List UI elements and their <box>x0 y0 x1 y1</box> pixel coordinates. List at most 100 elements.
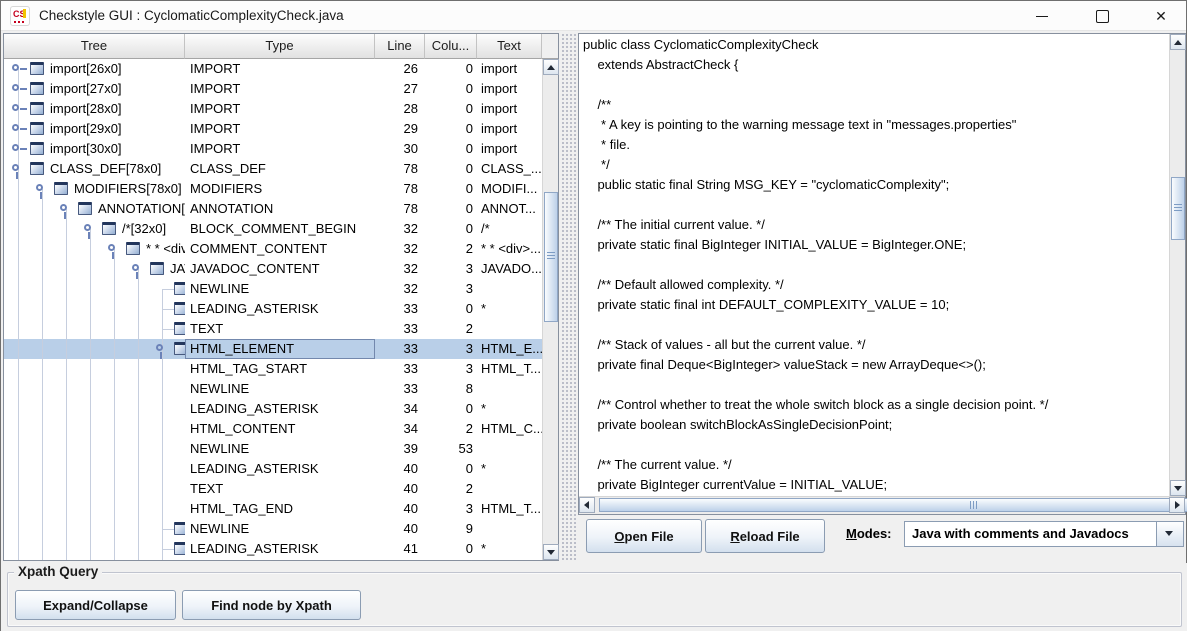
arrow-down-icon <box>547 550 555 555</box>
cell-line: 40 <box>375 519 427 539</box>
checkstyle-logo-icon: CS <box>10 6 30 26</box>
cell-type: ANNOTATION <box>185 199 375 219</box>
column-header-tree[interactable]: Tree <box>4 34 185 59</box>
cell-tree <box>4 399 185 419</box>
modes-label: Modes: <box>846 526 892 541</box>
tree-row-javadoc_content[interactable]: JAVADOC_CONTENT[32x3]JAVADOC_CONTENT323J… <box>4 259 542 279</box>
tree-scrollbar-thumb[interactable] <box>544 192 558 322</box>
tree-row-html_tag_end[interactable]: HTML_TAG_END403HTML_T... <box>4 499 542 519</box>
chevron-down-icon <box>1165 531 1173 536</box>
cell-line: 33 <box>375 319 427 339</box>
tree-row-import[interactable]: import[30x0]IMPORT300import <box>4 139 542 159</box>
code-scroll-down-button[interactable] <box>1170 480 1186 496</box>
tree-row-leading_asterisk[interactable]: LEADING_ASTERISK330* <box>4 299 542 319</box>
cell-text: import <box>479 59 542 79</box>
maximize-button[interactable] <box>1079 1 1125 31</box>
tree-row-leading_asterisk[interactable]: LEADING_ASTERISK340* <box>4 399 542 419</box>
cell-column: 53 <box>427 439 479 459</box>
cell-type: NEWLINE <box>185 379 375 399</box>
tree-node-label: import[30x0] <box>50 139 122 159</box>
tree-row-newline[interactable]: NEWLINE3953 <box>4 439 542 459</box>
tree-row-annotation[interactable]: ANNOTATION[78x0]ANNOTATION780ANNOT... <box>4 199 542 219</box>
column-header-type[interactable]: Type <box>185 34 375 59</box>
code-viewport[interactable]: public class CyclomaticComplexityCheck e… <box>579 34 1169 496</box>
expand-collapse-button[interactable]: Expand/Collapse <box>15 590 176 620</box>
expand-handle-icon[interactable] <box>12 64 19 71</box>
expand-handle-icon[interactable] <box>12 84 19 91</box>
code-scroll-up-button[interactable] <box>1170 34 1186 50</box>
mode-combobox[interactable]: Java with comments and Javadocs <box>904 521 1184 547</box>
column-header-text[interactable]: Text <box>477 34 542 59</box>
tree-row-class_def[interactable]: CLASS_DEF[78x0]CLASS_DEF780CLASS_... <box>4 159 542 179</box>
cell-column: 0 <box>427 119 479 139</box>
code-scrollbar-thumb[interactable] <box>1171 177 1185 240</box>
cell-text: ANNOT... <box>479 199 542 219</box>
tree-node-label: JAVADOC_CONTENT[32x3] <box>170 259 185 279</box>
tree-row-comment_content[interactable]: * * <div>...COMMENT_CONTENT322* * <div>.… <box>4 239 542 259</box>
expand-handle-icon[interactable] <box>12 144 19 151</box>
cell-line: 32 <box>375 219 427 239</box>
tree-scroll-down-button[interactable] <box>543 544 559 560</box>
cell-tree: MODIFIERS[78x0] <box>4 179 185 199</box>
cell-column: 8 <box>427 379 479 399</box>
cell-tree: import[28x0] <box>4 99 185 119</box>
expand-handle-icon[interactable] <box>12 124 19 131</box>
code-scroll-left-button[interactable] <box>579 497 595 513</box>
collapse-handle-icon[interactable] <box>132 264 139 271</box>
find-node-by-xpath-button[interactable]: Find node by Xpath <box>182 590 361 620</box>
cell-column: 0 <box>427 159 479 179</box>
tree-row-newline[interactable]: NEWLINE338 <box>4 379 542 399</box>
tree-row-text[interactable]: TEXT402 <box>4 479 542 499</box>
tree-row-import[interactable]: import[29x0]IMPORT290import <box>4 119 542 139</box>
close-button[interactable]: ✕ <box>1138 1 1184 31</box>
split-pane-divider[interactable] <box>561 33 576 561</box>
column-header-line[interactable]: Line <box>375 34 425 59</box>
tree-row-html_content[interactable]: HTML_CONTENT342HTML_C... <box>4 419 542 439</box>
code-horizontal-scrollbar[interactable] <box>579 496 1185 514</box>
tree-scroll-up-button[interactable] <box>543 59 559 75</box>
tree-row-newline[interactable]: NEWLINE409 <box>4 519 542 539</box>
cell-tree: import[27x0] <box>4 79 185 99</box>
tree-row-leading_asterisk[interactable]: LEADING_ASTERISK400* <box>4 459 542 479</box>
tree-row-import[interactable]: import[26x0]IMPORT260import <box>4 59 542 79</box>
tree-row-modifiers[interactable]: MODIFIERS[78x0]MODIFIERS780MODIFI... <box>4 179 542 199</box>
tree-row-html_tag_start[interactable]: HTML_TAG_START333HTML_T... <box>4 359 542 379</box>
cell-line: 40 <box>375 499 427 519</box>
expand-handle-icon[interactable] <box>12 104 19 111</box>
code-scroll-right-button[interactable] <box>1169 497 1185 513</box>
tree-row-block_comment_begin[interactable]: /*[32x0]BLOCK_COMMENT_BEGIN320/* <box>4 219 542 239</box>
collapse-handle-icon[interactable] <box>12 164 19 171</box>
tree-row-newline[interactable]: NEWLINE323 <box>4 279 542 299</box>
reload-file-button[interactable]: Reload File <box>705 519 825 553</box>
tree-row-html_element[interactable]: HTML_ELEMENT[33x3]HTML_ELEMENT333HTML_E.… <box>4 339 542 359</box>
cell-column: 0 <box>427 139 479 159</box>
collapse-handle-icon[interactable] <box>60 204 67 211</box>
cell-type: JAVADOC_CONTENT <box>185 259 375 279</box>
cell-column: 0 <box>427 539 479 559</box>
cell-column: 3 <box>427 259 479 279</box>
collapse-handle-icon[interactable] <box>36 184 43 191</box>
cell-line: 78 <box>375 159 427 179</box>
open-file-button[interactable]: Open File <box>586 519 702 553</box>
tree-row-leading_asterisk[interactable]: LEADING_ASTERISK410* <box>4 539 542 559</box>
column-header-colu[interactable]: Colu... <box>425 34 477 59</box>
cell-type: IMPORT <box>185 59 375 79</box>
cell-type: HTML_CONTENT <box>185 419 375 439</box>
tree-vertical-scrollbar[interactable] <box>542 59 558 560</box>
collapse-handle-icon[interactable] <box>156 344 163 351</box>
tree-row-text[interactable]: TEXT332 <box>4 319 542 339</box>
tree-row-import[interactable]: import[28x0]IMPORT280import <box>4 99 542 119</box>
collapse-handle-icon[interactable] <box>108 244 115 251</box>
cell-line: 33 <box>375 359 427 379</box>
combobox-arrow-button[interactable] <box>1156 522 1183 546</box>
code-hscrollbar-thumb[interactable] <box>599 498 1187 512</box>
cell-tree <box>4 299 185 319</box>
cell-line: 29 <box>375 119 427 139</box>
tree-node-icon <box>30 162 44 175</box>
cell-tree: HTML_ELEMENT[33x3] <box>4 339 185 359</box>
collapse-handle-icon[interactable] <box>84 224 91 231</box>
tree-row-import[interactable]: import[27x0]IMPORT270import <box>4 79 542 99</box>
minimize-button[interactable] <box>1019 1 1065 31</box>
cell-type: HTML_TAG_END <box>185 499 375 519</box>
code-vertical-scrollbar[interactable] <box>1169 34 1185 496</box>
